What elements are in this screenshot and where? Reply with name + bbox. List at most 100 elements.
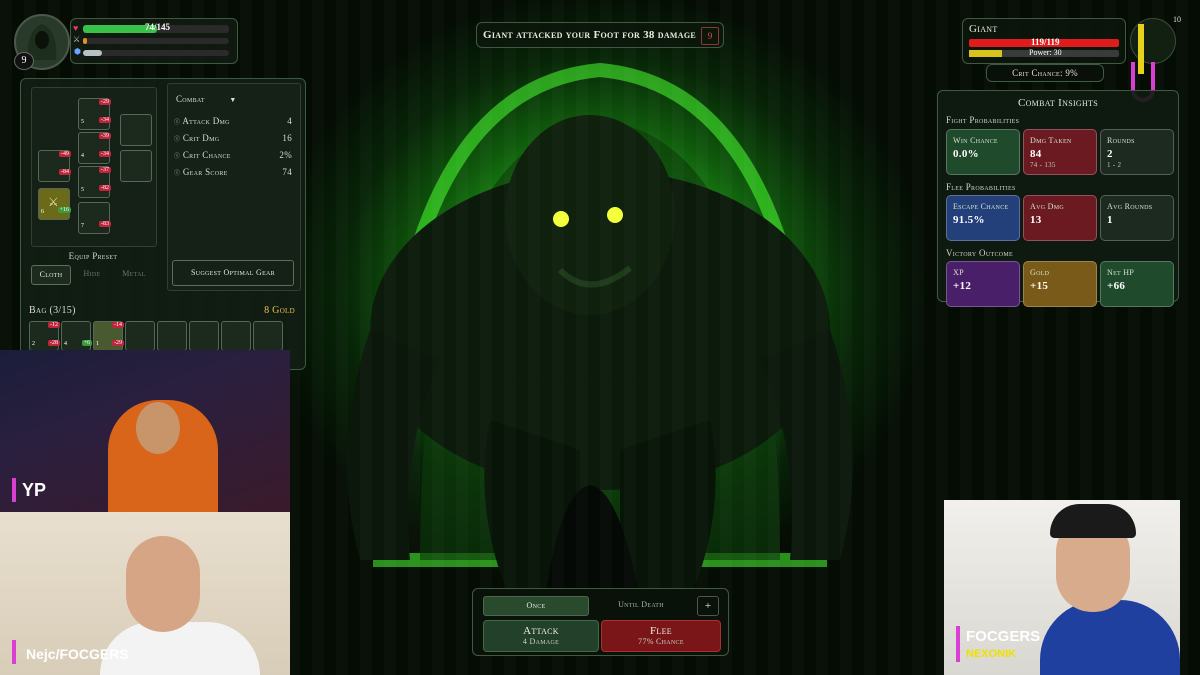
fight-probabilities-label: Fight Probabilities [946,115,1020,125]
tab-once[interactable]: Once [483,596,589,616]
insight-card-value: +12 [953,280,972,292]
enemy-hp-text: 119/119 [1031,37,1060,47]
flee-button[interactable]: Flee 77% Chance [601,620,721,652]
webcam-name: FOCGERS [966,628,1041,645]
insight-card-sub: 1 - 2 [1107,161,1122,169]
gear-slot-legs[interactable]: -37 -82 5 [78,166,111,198]
slot-count: 5 [81,187,84,193]
attack-label: Attack [523,625,559,637]
gear-slot-weapon[interactable]: ⚔ +16 6 [38,188,71,220]
bag-title: Bag (3/15) [29,305,76,316]
insight-card: Dmg Taken 84 74 - 135 [1023,129,1097,175]
combat-stat-value: 2% [279,150,292,160]
insight-card: XP +12 [946,261,1020,307]
gear-slot-head[interactable]: -29 -34 5 [78,98,111,130]
flee-chance-text: 77% Chance [638,637,684,646]
webcam-nejc: Nejc/FOCGERS [0,512,290,675]
insight-card-title: Dmg Taken [1030,136,1072,145]
slot-count: 6 [41,209,44,215]
player-hp-text: 74/145 [145,22,171,32]
info-icon[interactable]: ⓘ [174,151,180,160]
bag-item-count: 4 [64,341,67,347]
webcam-face [126,536,200,632]
swords-icon: ⚔ [73,35,81,44]
combat-stat-label: Gear Score [182,167,228,177]
tab-until-death[interactable]: Until Death [589,596,693,614]
insight-card-title: XP [953,268,964,277]
bag-slot[interactable] [253,321,283,351]
enemy-hud: Giant 119/119 Power: 30 [962,18,1126,64]
gear-slot-neck[interactable] [120,114,152,146]
enemy-portrait[interactable]: 10 [1130,15,1181,64]
bag-slot[interactable] [125,321,155,351]
player-hud: ♥ 74/145 ⚔ ⬢ [70,18,238,64]
combat-dropdown[interactable]: Combat ▼ [176,94,237,104]
bag-item-count: 2 [32,341,35,347]
bag-item-tag: +6 [81,340,92,346]
bag-slots: -12 -28 2 +6 4 -14 -29 1 [29,321,295,351]
slot-tag: -34 [99,117,111,123]
gear-slot-feet[interactable]: -83 7 [78,202,111,234]
bag-slot[interactable]: +6 4 [61,321,92,351]
insight-card-value: 13 [1030,214,1042,226]
enemy-side-number: 10 [1173,15,1181,24]
slot-count: 7 [81,223,84,229]
slot-tag: -49 [59,151,71,157]
preset-tab-cloth[interactable]: Cloth [31,265,71,285]
webcam-name: Nejc/FOCGERS [26,646,129,662]
gear-slot-chest[interactable]: -39 -34 4 [78,132,111,164]
webcam-subname: NEXONIK [966,648,1017,660]
enemy-crit-text: Crit Chance: 9% [1012,68,1078,78]
player-xp-bar [83,50,229,56]
info-icon[interactable]: ⓘ [174,117,180,126]
suggest-gear-button[interactable]: Suggest Optimal Gear [172,260,294,286]
combat-stat-value: 74 [282,167,292,177]
enemy-crit-box: Crit Chance: 9% [986,64,1104,82]
insight-card-sub: 74 - 135 [1030,161,1056,169]
gear-slot-ring[interactable] [120,150,152,182]
preset-tab-metal[interactable]: Metal [115,265,153,283]
add-action-button[interactable]: + [697,596,719,616]
slot-tag: -34 [99,151,111,157]
slot-count: 5 [81,119,84,125]
bag-item-tag: -14 [112,322,124,328]
bag-slot[interactable]: -14 -29 1 [93,321,124,351]
bag-slot[interactable] [221,321,251,351]
webcam-accent-bar [956,626,960,662]
insight-card-value: 1 [1107,214,1113,226]
insight-card: Win Chance 0.0% [946,129,1020,175]
insights-title: Combat Insights [1017,97,1099,109]
bag-slot[interactable]: -12 -28 2 [29,321,60,351]
webcam-cap [1050,504,1136,538]
webcam-person [1040,600,1180,675]
slot-count: 4 [81,153,84,159]
victory-outcome-label: Victory Outcome [946,248,1013,258]
insight-card-value: +66 [1107,280,1126,292]
webcam-accent-bar [12,478,16,502]
combat-dropdown-label: Combat [176,94,205,104]
info-icon[interactable]: ⓘ [174,168,180,177]
combat-log-text: Giant attacked your Foot for 38 damage [483,29,696,41]
flee-probabilities-label: Flee Probabilities [946,182,1016,192]
insight-card: Escape Chance 91.5% [946,195,1020,241]
player-stamina-bar [83,38,229,44]
insight-card-value: 91.5% [953,214,985,226]
insight-card: Gold +15 [1023,261,1097,307]
insight-card-title: Net HP [1107,268,1135,277]
slot-tag: -84 [59,169,71,175]
slot-tag: -29 [99,99,111,105]
attack-button[interactable]: Attack 4 Damage [483,620,599,652]
insight-card-value: +15 [1030,280,1049,292]
combat-stat-label: Attack Dmg [182,116,230,126]
webcam-yp: YP [0,350,290,512]
gear-slot-hands[interactable]: -49 -84 [38,150,71,182]
webcam-name: YP [22,480,47,500]
insight-card-value: 84 [1030,148,1042,160]
combat-stat-label: Crit Chance [182,150,231,160]
bag-slot[interactable] [157,321,187,351]
insight-card-title: Avg Rounds [1107,202,1153,211]
info-icon[interactable]: ⓘ [174,134,180,143]
preset-tab-hide[interactable]: Hide [73,265,111,283]
bag-slot[interactable] [189,321,219,351]
insight-card: Avg Rounds 1 [1100,195,1174,241]
